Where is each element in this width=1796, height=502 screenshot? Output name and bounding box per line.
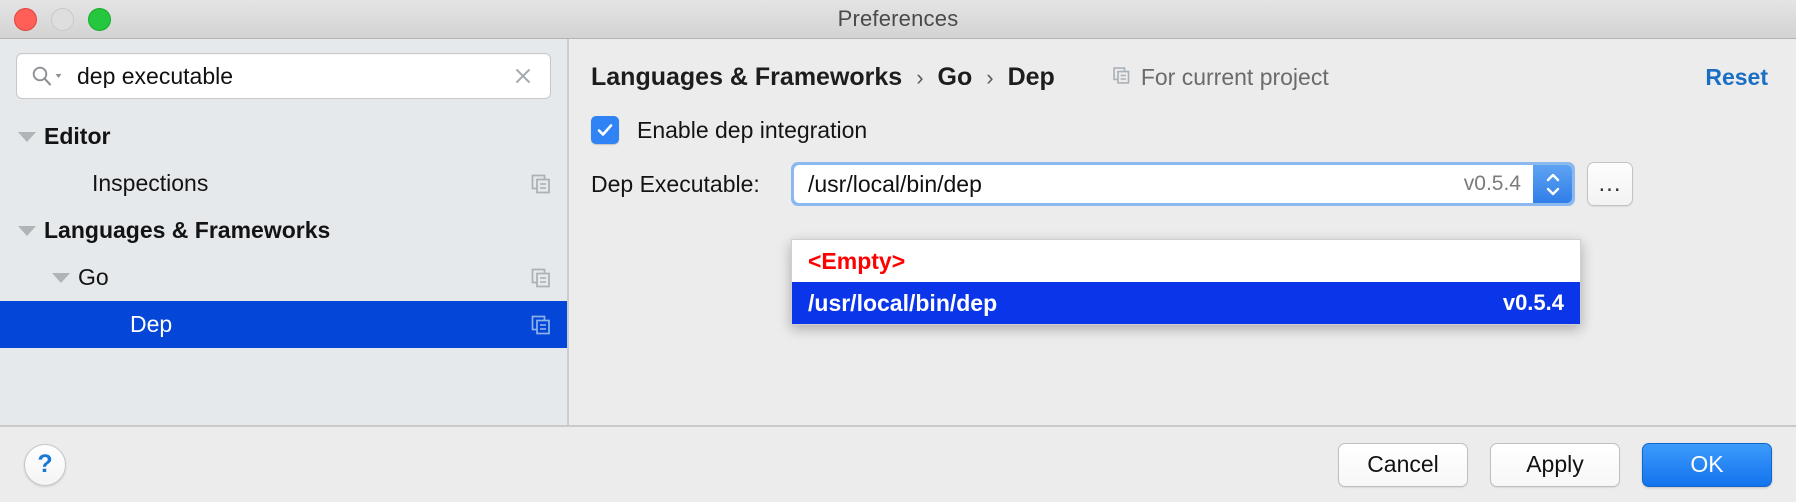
search-icon[interactable] bbox=[31, 65, 63, 87]
breadcrumb-separator: › bbox=[986, 64, 994, 90]
settings-tree: Editor Inspections Languages & Framework… bbox=[0, 109, 567, 425]
dialog-footer: ? Cancel Apply OK bbox=[0, 425, 1796, 502]
dropdown-item-empty[interactable]: <Empty> bbox=[792, 240, 1580, 282]
footer-buttons: Cancel Apply OK bbox=[1338, 442, 1772, 487]
breadcrumb-separator: › bbox=[916, 64, 924, 90]
search-box[interactable]: dep executable bbox=[16, 53, 551, 99]
chevron-down-icon[interactable] bbox=[18, 225, 36, 236]
sidebar-item-go[interactable]: Go bbox=[0, 254, 567, 301]
scope-label: For current project bbox=[1140, 64, 1329, 90]
enable-dep-row: Enable dep integration bbox=[569, 92, 1796, 144]
dep-executable-row: Dep Executable: /usr/local/bin/dep v0.5.… bbox=[569, 144, 1796, 206]
check-icon bbox=[597, 124, 613, 136]
sidebar-item-label: Go bbox=[78, 264, 109, 290]
sidebar-item-label: Editor bbox=[44, 123, 111, 149]
copy-settings-icon[interactable] bbox=[529, 313, 553, 337]
search-area: dep executable bbox=[0, 39, 567, 109]
dep-executable-version: v0.5.4 bbox=[1463, 172, 1521, 195]
dialog-body: dep executable Editor Inspections Langua… bbox=[0, 39, 1796, 425]
help-button[interactable]: ? bbox=[24, 443, 66, 486]
sidebar-item-label: Dep bbox=[130, 311, 173, 337]
window-title: Preferences bbox=[837, 6, 959, 31]
settings-panel: Languages & Frameworks › Go › Dep For cu bbox=[569, 39, 1796, 425]
sidebar-item-label: Inspections bbox=[92, 170, 209, 196]
search-dropdown-arrow-icon bbox=[55, 74, 62, 78]
dep-executable-dropdown[interactable]: <Empty> /usr/local/bin/dep v0.5.4 bbox=[791, 239, 1581, 325]
breadcrumb: Languages & Frameworks › Go › Dep For cu bbox=[569, 39, 1796, 92]
enable-dep-checkbox[interactable] bbox=[591, 116, 619, 144]
chevron-down-icon[interactable] bbox=[18, 131, 36, 142]
stepper-up-down-icon[interactable] bbox=[1533, 165, 1572, 203]
traffic-lights bbox=[14, 0, 111, 38]
breadcrumb-item-go[interactable]: Go bbox=[938, 63, 973, 92]
copy-settings-icon bbox=[1111, 65, 1132, 91]
dep-executable-combo[interactable]: /usr/local/bin/dep v0.5.4 bbox=[791, 162, 1575, 206]
copy-settings-icon[interactable] bbox=[529, 266, 553, 290]
dep-executable-input[interactable]: /usr/local/bin/dep bbox=[808, 171, 1464, 198]
ok-button[interactable]: OK bbox=[1642, 442, 1772, 487]
zoom-button[interactable] bbox=[88, 7, 111, 31]
scope-indicator[interactable]: For current project bbox=[1111, 64, 1329, 91]
browse-button[interactable]: ... bbox=[1587, 162, 1633, 206]
title-bar: Preferences bbox=[0, 0, 1796, 39]
apply-button[interactable]: Apply bbox=[1490, 442, 1620, 487]
cancel-button[interactable]: Cancel bbox=[1338, 442, 1468, 487]
chevron-down-icon[interactable] bbox=[52, 272, 70, 283]
sidebar-item-languages-frameworks[interactable]: Languages & Frameworks bbox=[0, 207, 567, 254]
sidebar-item-editor[interactable]: Editor bbox=[0, 113, 567, 160]
dropdown-item-version: v0.5.4 bbox=[1502, 290, 1564, 315]
dropdown-item-label: <Empty> bbox=[808, 247, 906, 274]
clear-icon[interactable] bbox=[512, 65, 534, 87]
minimize-button[interactable] bbox=[51, 7, 74, 31]
dropdown-item-dep-path[interactable]: /usr/local/bin/dep v0.5.4 bbox=[792, 282, 1580, 324]
dropdown-item-label: /usr/local/bin/dep bbox=[808, 289, 998, 316]
sidebar-item-label: Languages & Frameworks bbox=[44, 217, 331, 243]
copy-settings-icon[interactable] bbox=[529, 172, 553, 196]
breadcrumb-item-dep: Dep bbox=[1007, 63, 1055, 91]
settings-sidebar: dep executable Editor Inspections Langua… bbox=[0, 39, 569, 425]
enable-dep-label: Enable dep integration bbox=[637, 116, 868, 143]
sidebar-item-inspections[interactable]: Inspections bbox=[0, 160, 567, 207]
dep-executable-label: Dep Executable: bbox=[591, 170, 760, 197]
search-input[interactable]: dep executable bbox=[77, 65, 512, 88]
sidebar-item-dep[interactable]: Dep bbox=[0, 301, 567, 348]
preferences-window: Preferences dep executable Editor Inspec… bbox=[0, 0, 1796, 502]
reset-link[interactable]: Reset bbox=[1705, 64, 1768, 91]
breadcrumb-item-languages[interactable]: Languages & Frameworks bbox=[591, 63, 902, 92]
close-button[interactable] bbox=[14, 7, 37, 31]
